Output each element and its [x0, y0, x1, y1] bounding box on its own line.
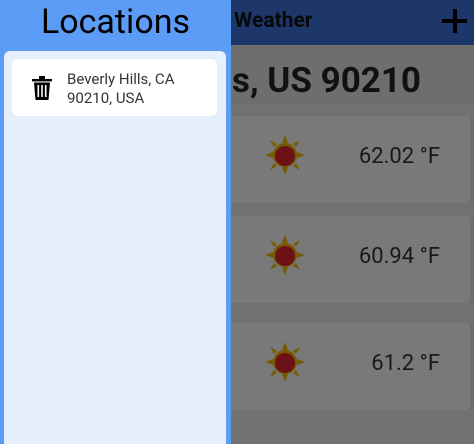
location-item[interactable]: Beverly Hills, CA 90210, USA — [12, 59, 217, 116]
trash-icon[interactable] — [32, 76, 52, 100]
location-line-1: Beverly Hills, CA — [67, 70, 175, 88]
locations-list: Beverly Hills, CA 90210, USA — [4, 51, 226, 444]
location-line-2: 90210, USA — [67, 89, 145, 107]
drawer-title: Locations — [40, 2, 191, 42]
locations-drawer: Locations Beverly Hills, CA 90210, USA — [0, 0, 231, 444]
location-address: Beverly Hills, CA 90210, USA — [67, 70, 174, 108]
